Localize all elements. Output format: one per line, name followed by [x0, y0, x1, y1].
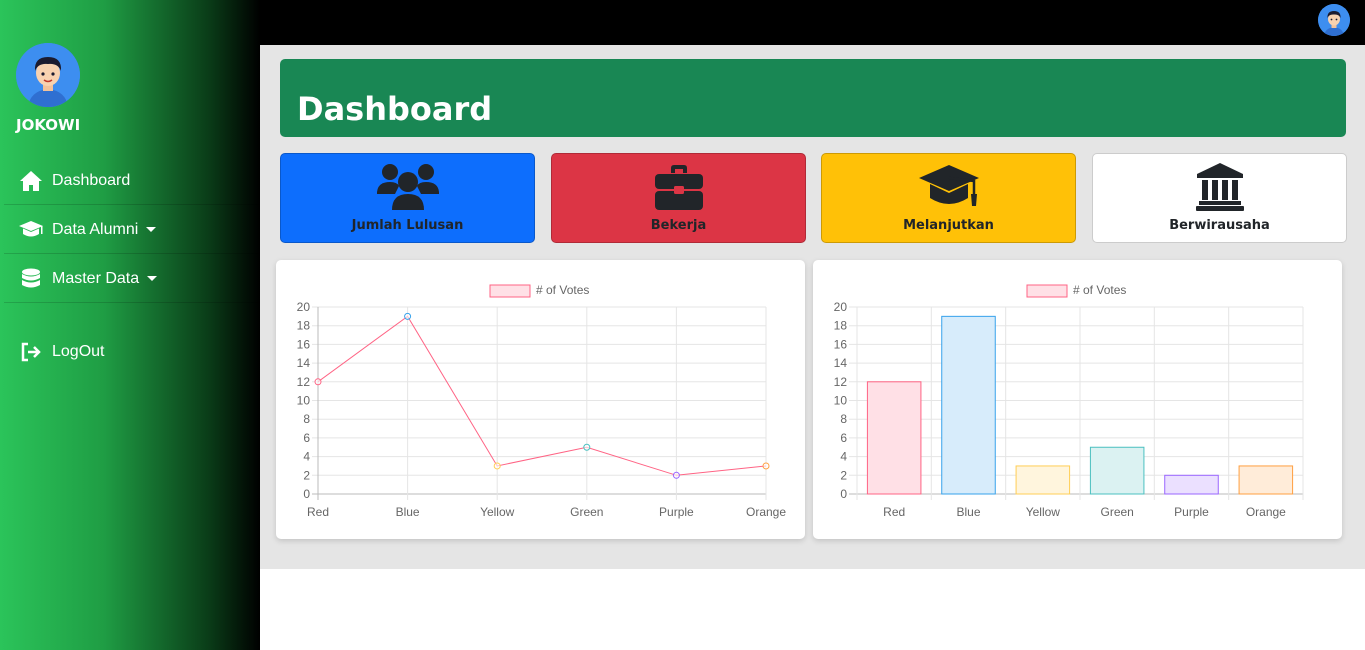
- caret-down-icon: [146, 227, 157, 232]
- stat-card-bekerja[interactable]: Bekerja: [551, 153, 806, 243]
- x-tick-label: Purple: [1174, 505, 1209, 519]
- x-tick-label: Green: [570, 505, 603, 519]
- y-tick-label: 10: [834, 394, 848, 408]
- topbar: [260, 0, 1365, 45]
- sidebar-item-logout[interactable]: LogOut: [4, 328, 260, 376]
- chart-legend: # of Votes: [1026, 283, 1126, 298]
- graduation-cap-icon: [18, 218, 44, 242]
- data-point: [493, 462, 501, 470]
- y-tick-label: 2: [303, 468, 310, 482]
- users-icon: [376, 161, 439, 213]
- user-name: JOKOWI: [16, 116, 81, 134]
- y-tick-label: 14: [297, 356, 311, 370]
- x-tick-label: Blue: [396, 505, 420, 519]
- y-tick-label: 18: [297, 319, 311, 333]
- x-tick-label: Blue: [956, 505, 980, 519]
- avatar[interactable]: [16, 43, 80, 107]
- x-tick-label: Red: [883, 505, 905, 519]
- stat-label: Bekerja: [650, 218, 707, 233]
- x-tick-label: Red: [307, 505, 329, 519]
- y-tick-label: 0: [303, 487, 310, 501]
- legend-swatch: [489, 284, 531, 298]
- user-avatar-icon: [1318, 4, 1350, 36]
- sidebar-item-label: Data Alumni: [52, 220, 139, 238]
- y-tick-label: 14: [834, 356, 848, 370]
- y-tick-label: 12: [297, 375, 311, 389]
- user-avatar-icon: [16, 43, 80, 107]
- caret-down-icon: [147, 276, 158, 281]
- bar: [941, 315, 996, 495]
- sidebar-item-label: LogOut: [52, 343, 105, 360]
- stat-card-berwirausaha[interactable]: Berwirausaha: [1092, 153, 1347, 243]
- x-tick-label: Orange: [746, 505, 786, 519]
- y-tick-label: 16: [297, 337, 311, 351]
- database-icon: [18, 267, 44, 291]
- x-tick-label: Green: [1100, 505, 1133, 519]
- y-tick-label: 8: [840, 412, 847, 426]
- line-chart-card: # of Votes 0 2 4 6 8 10 12 14 16 18 20 Red Blue Yellow…: [276, 260, 805, 539]
- y-tick-label: 6: [303, 431, 310, 445]
- graduation-cap-icon: [918, 161, 980, 213]
- y-tick-label: 8: [303, 412, 310, 426]
- data-point: [583, 443, 591, 451]
- y-tick-label: 20: [297, 300, 311, 314]
- data-point: [762, 462, 770, 470]
- stat-label: Berwirausaha: [1169, 218, 1270, 233]
- bar: [1015, 465, 1071, 495]
- y-tick-label: 4: [303, 450, 310, 464]
- chart-legend: # of Votes: [489, 283, 589, 298]
- briefcase-icon: [654, 161, 704, 213]
- y-tick-label: 20: [834, 300, 848, 314]
- stat-label: Jumlah Lulusan: [351, 218, 464, 233]
- legend-label: # of Votes: [1073, 283, 1126, 297]
- bar: [1238, 465, 1294, 495]
- series-line: [317, 315, 767, 476]
- bar-chart: # of Votes 0 2 4 6 8 10 12 14 16 18 20 Red Blue Yellow…: [834, 283, 1304, 519]
- y-tick-label: 4: [840, 450, 847, 464]
- main-content: Dashboard Jumlah Lulusan Bekerja Melanju…: [260, 45, 1365, 569]
- bar: [1164, 474, 1219, 495]
- y-tick-label: 18: [834, 319, 848, 333]
- sidebar-item-master-data[interactable]: Master Data: [4, 255, 260, 303]
- y-tick-label: 0: [840, 487, 847, 501]
- logout-icon: [18, 340, 44, 364]
- line-chart: # of Votes 0 2 4 6 8 10 12 14 16 18 20 Red Blue Yellow…: [297, 283, 787, 519]
- x-tick-label: Yellow: [480, 505, 515, 519]
- header-banner: Dashboard: [280, 59, 1346, 137]
- x-tick-label: Purple: [659, 505, 694, 519]
- legend-swatch: [1026, 284, 1068, 298]
- x-tick-label: Yellow: [1026, 505, 1061, 519]
- sidebar-item-data-alumni[interactable]: Data Alumni: [4, 206, 260, 254]
- x-tick-label: Orange: [1246, 505, 1286, 519]
- sidebar-item-dashboard[interactable]: Dashboard: [4, 157, 260, 205]
- home-icon: [18, 169, 44, 193]
- bar: [866, 381, 922, 495]
- bar: [1089, 446, 1145, 495]
- sidebar: JOKOWI Dashboard Data Alumni Master Data…: [0, 0, 260, 650]
- stat-label: Melanjutkan: [903, 218, 994, 233]
- legend-label: # of Votes: [536, 283, 589, 297]
- bank-icon: [1195, 161, 1245, 213]
- data-point: [672, 471, 680, 479]
- sidebar-item-label: Dashboard: [52, 171, 131, 189]
- data-point: [314, 378, 322, 386]
- sidebar-item-label: Master Data: [52, 269, 140, 287]
- bar-chart-card: # of Votes 0 2 4 6 8 10 12 14 16 18 20 Red Blue Yellow…: [813, 260, 1342, 539]
- y-tick-label: 6: [840, 431, 847, 445]
- y-tick-label: 16: [834, 337, 848, 351]
- top-avatar[interactable]: [1318, 4, 1350, 36]
- y-tick-label: 12: [834, 375, 848, 389]
- stat-card-jumlah-lulusan[interactable]: Jumlah Lulusan: [280, 153, 535, 243]
- y-tick-label: 2: [840, 468, 847, 482]
- stat-card-melanjutkan[interactable]: Melanjutkan: [821, 153, 1076, 243]
- data-point: [404, 312, 412, 320]
- page-title: Dashboard: [297, 90, 493, 128]
- y-tick-label: 10: [297, 394, 311, 408]
